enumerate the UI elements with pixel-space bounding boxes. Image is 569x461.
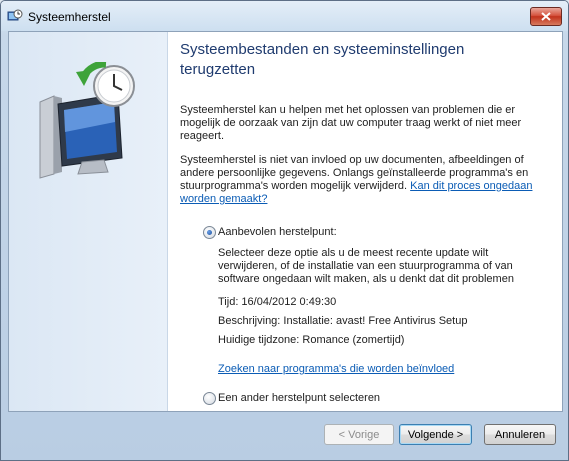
intro-paragraph: Systeemherstel kan u helpen met het oplo… — [180, 104, 522, 142]
illustration-panel — [9, 32, 168, 411]
recommended-restore-point-radio[interactable] — [203, 226, 216, 239]
title-bar[interactable]: Systeemherstel — [1, 1, 568, 31]
recommended-restore-point-label[interactable]: Aanbevolen herstelpunt: — [218, 226, 337, 238]
computer-restore-clock-icon — [39, 62, 135, 179]
cancel-button[interactable]: Annuleren — [484, 424, 556, 445]
restore-point-description: Beschrijving: Installatie: avast! Free A… — [218, 315, 468, 327]
affected-programs-link[interactable]: Zoeken naar programma's die worden beïnv… — [218, 363, 454, 375]
system-restore-icon — [7, 8, 23, 24]
page-title: Systeembestanden en systeeminstellingen … — [180, 41, 465, 78]
restore-point-timezone: Huidige tijdzone: Romance (zomertijd) — [218, 334, 405, 346]
close-button[interactable] — [530, 7, 562, 26]
other-restore-point-radio[interactable] — [203, 392, 216, 405]
system-restore-window: Systeemherstel Systeembestanden en syste… — [0, 0, 569, 461]
back-button[interactable]: < Vorige — [324, 424, 394, 445]
close-icon — [541, 12, 551, 21]
info-paragraph: Systeemherstel is niet van invloed op uw… — [180, 154, 542, 206]
restore-point-time: Tijd: 16/04/2012 0:49:30 — [218, 296, 337, 308]
window-title: Systeemherstel — [28, 10, 111, 24]
recommended-description: Selecteer deze optie als u de meest rece… — [218, 247, 514, 285]
next-button[interactable]: Volgende > — [399, 424, 472, 445]
wizard-page: Systeembestanden en systeeminstellingen … — [8, 31, 563, 412]
other-restore-point-label[interactable]: Een ander herstelpunt selecteren — [218, 392, 380, 404]
